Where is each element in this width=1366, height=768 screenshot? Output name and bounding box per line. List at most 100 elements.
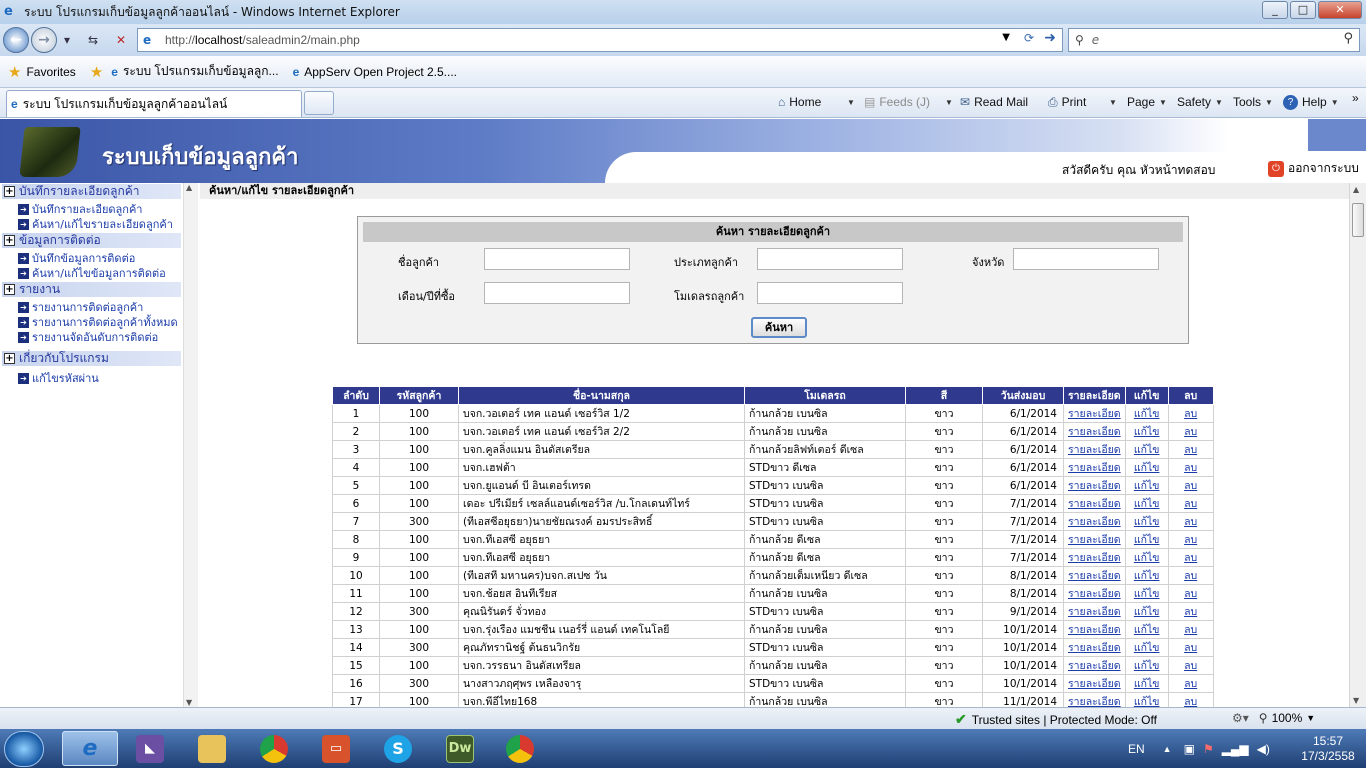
sidebar-scrollbar[interactable]: ▲ ▼: [183, 183, 198, 707]
details-link[interactable]: รายละเอียด: [1063, 692, 1126, 707]
delete-link[interactable]: ลบ: [1167, 458, 1214, 477]
sidebar-section-about[interactable]: + เกี่ยวกับโปรแกรม: [2, 351, 181, 366]
volume-icon[interactable]: ◀): [1257, 742, 1270, 756]
delete-link[interactable]: ลบ: [1167, 638, 1214, 657]
taskbar-skype[interactable]: S: [370, 731, 426, 766]
delete-link[interactable]: ลบ: [1167, 656, 1214, 675]
delete-link[interactable]: ลบ: [1167, 440, 1214, 459]
sidebar-section-contacts[interactable]: + ข้อมูลการติดต่อ: [2, 233, 181, 248]
security-zone[interactable]: ✔ Trusted sites | Protected Mode: Off: [955, 711, 1157, 728]
search-input[interactable]: ⚲ e ⚲: [1068, 28, 1360, 52]
taskbar-ie[interactable]: e: [62, 731, 118, 766]
back-button[interactable]: ←: [3, 27, 29, 53]
show-hidden-icons-icon[interactable]: ▲: [1163, 744, 1172, 754]
delete-link[interactable]: ลบ: [1167, 566, 1214, 585]
stop-icon[interactable]: ✕: [110, 29, 132, 51]
taskbar-chrome-2[interactable]: [492, 731, 548, 766]
feeds-button[interactable]: ▤ Feeds (J): [864, 92, 930, 112]
details-link[interactable]: รายละเอียด: [1063, 584, 1126, 603]
edit-link[interactable]: แก้ไข: [1124, 620, 1169, 639]
main-scrollbar[interactable]: ▲ ▼: [1349, 183, 1366, 707]
edit-link[interactable]: แก้ไข: [1124, 566, 1169, 585]
details-link[interactable]: รายละเอียด: [1063, 674, 1126, 693]
chevron-more-icon[interactable]: »: [1352, 88, 1359, 108]
taskbar-chrome-1[interactable]: [246, 731, 302, 766]
language-indicator[interactable]: EN: [1128, 742, 1145, 756]
edit-link[interactable]: แก้ไข: [1124, 656, 1169, 675]
taskbar-explorer[interactable]: [184, 731, 240, 766]
start-button[interactable]: [4, 731, 44, 767]
delete-link[interactable]: ลบ: [1167, 494, 1214, 513]
delete-link[interactable]: ลบ: [1167, 404, 1214, 423]
edit-link[interactable]: แก้ไข: [1124, 422, 1169, 441]
edit-link[interactable]: แก้ไข: [1124, 440, 1169, 459]
edit-link[interactable]: แก้ไข: [1124, 404, 1169, 423]
delete-link[interactable]: ลบ: [1167, 530, 1214, 549]
details-link[interactable]: รายละเอียด: [1063, 530, 1126, 549]
home-dropdown-icon[interactable]: ▼: [843, 92, 855, 112]
details-link[interactable]: รายละเอียด: [1063, 638, 1126, 657]
safety-menu[interactable]: Safety ▼: [1177, 92, 1223, 112]
print-dropdown-icon[interactable]: ▼: [1105, 92, 1117, 112]
favorites-button[interactable]: ★ Favorites: [8, 63, 76, 81]
customer-type-input[interactable]: [757, 248, 903, 270]
maximize-button[interactable]: □: [1290, 1, 1316, 19]
page-menu[interactable]: Page ▼: [1127, 92, 1167, 112]
device-icon[interactable]: ▣: [1184, 742, 1195, 756]
delete-link[interactable]: ลบ: [1167, 476, 1214, 495]
edit-link[interactable]: แก้ไข: [1124, 530, 1169, 549]
taskbar-powerpoint[interactable]: ▭: [308, 731, 364, 766]
edit-link[interactable]: แก้ไข: [1124, 494, 1169, 513]
details-link[interactable]: รายละเอียด: [1063, 422, 1126, 441]
details-link[interactable]: รายละเอียด: [1063, 602, 1126, 621]
details-link[interactable]: รายละเอียด: [1063, 656, 1126, 675]
sidebar-item-ranking-report[interactable]: ➔ รายงานจัดอันดับการติดต่อ: [18, 328, 158, 346]
zoom-control[interactable]: ⚙▾ ⚲ 100% ▼: [1232, 711, 1315, 725]
forward-button[interactable]: →: [31, 27, 57, 53]
new-tab-button[interactable]: [304, 91, 334, 115]
scroll-thumb[interactable]: [1352, 203, 1364, 237]
delete-link[interactable]: ลบ: [1167, 620, 1214, 639]
refresh-icon[interactable]: ⟳: [1024, 31, 1034, 45]
feeds-dropdown-icon[interactable]: ▼: [941, 92, 953, 112]
sidebar-section-reports[interactable]: + รายงาน: [2, 282, 181, 297]
taskbar-visual-studio[interactable]: ◣: [122, 731, 178, 766]
edit-link[interactable]: แก้ไข: [1124, 584, 1169, 603]
delete-link[interactable]: ลบ: [1167, 674, 1214, 693]
edit-link[interactable]: แก้ไข: [1124, 638, 1169, 657]
sidebar-item-change-password[interactable]: ➔ แก้ไขรหัสผ่าน: [18, 369, 99, 387]
close-window-button[interactable]: ✕: [1318, 1, 1362, 19]
details-link[interactable]: รายละเอียด: [1063, 566, 1126, 585]
address-input[interactable]: e http://localhost/saleadmin2/main.php ▼…: [137, 28, 1063, 52]
delete-link[interactable]: ลบ: [1167, 422, 1214, 441]
edit-link[interactable]: แก้ไข: [1124, 548, 1169, 567]
add-to-favorites-bar-icon[interactable]: ★: [90, 63, 103, 81]
favorite-link-1[interactable]: e ระบบ โปรแกรมเก็บข้อมูลลูก...: [111, 62, 278, 81]
compatibility-view-icon[interactable]: ⇆: [82, 29, 104, 51]
sidebar-section-customer-details[interactable]: + บันทึกรายละเอียดลูกค้า: [2, 184, 181, 199]
logout-button[interactable]: ⏻ ออกจากระบบ: [1268, 159, 1359, 178]
details-link[interactable]: รายละเอียด: [1063, 494, 1126, 513]
details-link[interactable]: รายละเอียด: [1063, 548, 1126, 567]
details-link[interactable]: รายละเอียด: [1063, 404, 1126, 423]
edit-link[interactable]: แก้ไข: [1124, 692, 1169, 707]
delete-link[interactable]: ลบ: [1167, 512, 1214, 531]
delete-link[interactable]: ลบ: [1167, 602, 1214, 621]
print-button[interactable]: ⎙ Print: [1048, 92, 1086, 112]
edit-link[interactable]: แก้ไข: [1124, 674, 1169, 693]
details-link[interactable]: รายละเอียด: [1063, 458, 1126, 477]
search-icon[interactable]: ⚲: [1343, 31, 1353, 46]
details-link[interactable]: รายละเอียด: [1063, 440, 1126, 459]
edit-link[interactable]: แก้ไข: [1124, 602, 1169, 621]
details-link[interactable]: รายละเอียด: [1063, 476, 1126, 495]
tools-menu[interactable]: Tools ▼: [1233, 92, 1273, 112]
taskbar-dreamweaver[interactable]: Dw: [432, 731, 488, 766]
go-icon[interactable]: ➜: [1044, 30, 1056, 46]
delete-link[interactable]: ลบ: [1167, 692, 1214, 707]
home-button[interactable]: ⌂ Home: [778, 92, 821, 112]
edit-link[interactable]: แก้ไข: [1124, 476, 1169, 495]
action-center-icon[interactable]: ⚑: [1203, 742, 1214, 756]
details-link[interactable]: รายละเอียด: [1063, 620, 1126, 639]
delete-link[interactable]: ลบ: [1167, 584, 1214, 603]
month-year-input[interactable]: [484, 282, 630, 304]
